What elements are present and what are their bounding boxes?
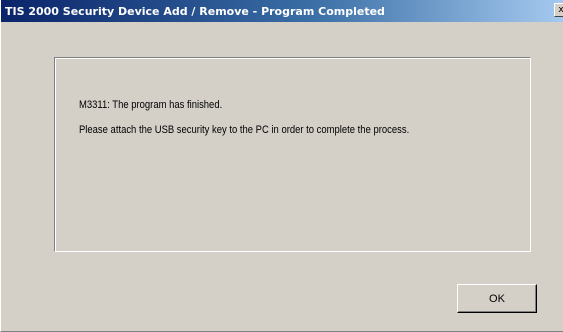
ok-button[interactable]: OK (457, 284, 537, 313)
dialog-window: TIS 2000 Security Device Add / Remove - … (0, 0, 563, 332)
close-icon: x (558, 5, 563, 15)
close-button[interactable]: x (554, 3, 563, 17)
message-line-2: Please attach the USB security key to th… (79, 124, 410, 136)
message-panel: M3311: The program has finished. Please … (54, 57, 531, 252)
title-bar[interactable]: TIS 2000 Security Device Add / Remove - … (1, 0, 563, 22)
window-title: TIS 2000 Security Device Add / Remove - … (5, 4, 385, 18)
message-line-1: M3311: The program has finished. (79, 99, 223, 111)
